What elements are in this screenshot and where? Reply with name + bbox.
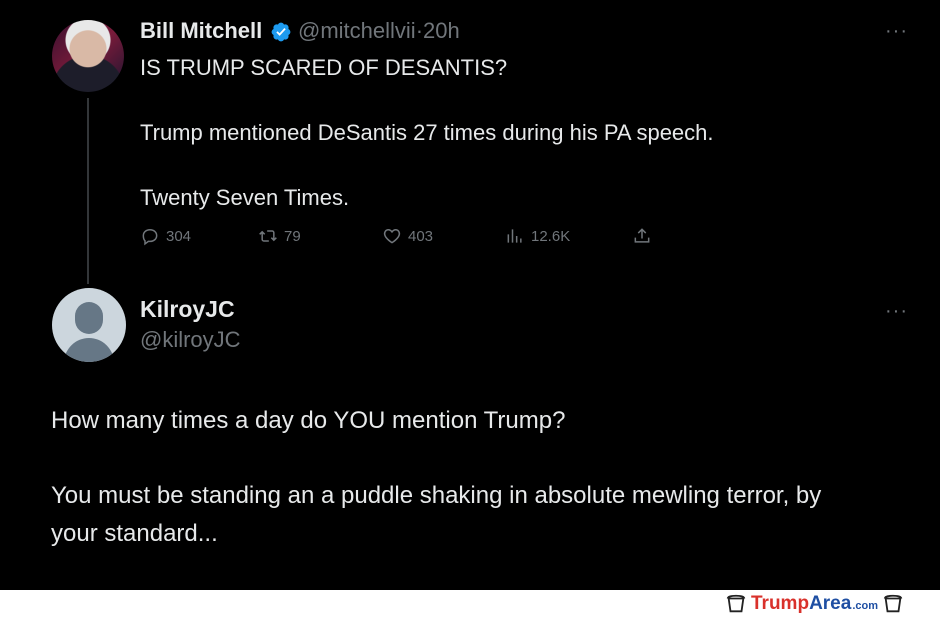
like-icon bbox=[383, 228, 401, 244]
retweet-icon bbox=[259, 230, 277, 242]
author-handle[interactable]: @kilroyJC bbox=[140, 327, 241, 353]
author-handle[interactable]: @mitchellvii bbox=[298, 18, 416, 43]
avatar-bill-mitchell[interactable] bbox=[52, 20, 124, 92]
tweet-text-line-1: IS TRUMP SCARED OF DESANTIS? bbox=[140, 55, 508, 80]
like-count: 403 bbox=[408, 227, 434, 245]
avatar-body bbox=[64, 338, 114, 362]
cup-icon bbox=[883, 594, 903, 613]
avatar-head bbox=[75, 302, 103, 334]
cup-icon bbox=[726, 594, 746, 613]
views-count: 12.6K bbox=[531, 227, 571, 245]
verified-badge-icon bbox=[271, 22, 291, 42]
watermark-text-trump: Trump bbox=[751, 593, 810, 614]
views-icon bbox=[507, 229, 522, 243]
author-name[interactable]: Bill Mitchell bbox=[140, 18, 262, 44]
author-handle-time[interactable]: @mitchellvii·20h bbox=[298, 18, 460, 44]
reply-icon bbox=[142, 228, 158, 246]
thread-line bbox=[87, 98, 89, 284]
reply-text-line-2: You must be standing an a puddle shaking… bbox=[51, 482, 822, 509]
watermark-text-area: Area bbox=[809, 593, 852, 614]
reply-button[interactable]: 304 bbox=[140, 226, 191, 246]
reply-text-line-3: your standard... bbox=[51, 520, 218, 547]
tweet-text-line-3: Twenty Seven Times. bbox=[140, 185, 350, 210]
share-icon bbox=[634, 228, 650, 243]
more-icon[interactable]: ··· bbox=[885, 300, 908, 323]
retweet-count: 79 bbox=[284, 227, 301, 245]
watermark-text-com: .com bbox=[852, 600, 878, 612]
timestamp[interactable]: 20h bbox=[423, 18, 460, 43]
reply-count: 304 bbox=[166, 227, 192, 245]
retweet-button[interactable]: 79 bbox=[258, 226, 301, 246]
watermark-logo: Trump Area .com bbox=[725, 593, 904, 615]
views-button[interactable]: 12.6K bbox=[505, 226, 570, 246]
like-button[interactable]: 403 bbox=[382, 226, 433, 246]
reply-text-line-1: How many times a day do YOU mention Trum… bbox=[51, 407, 566, 434]
tweet-text-line-2: Trump mentioned DeSantis 27 times during… bbox=[140, 120, 714, 145]
author-name[interactable]: KilroyJC bbox=[140, 296, 235, 323]
share-button[interactable] bbox=[632, 226, 652, 246]
avatar-kilroyjc[interactable] bbox=[52, 288, 126, 362]
separator-dot: · bbox=[415, 18, 424, 43]
more-icon[interactable]: ··· bbox=[885, 20, 908, 43]
